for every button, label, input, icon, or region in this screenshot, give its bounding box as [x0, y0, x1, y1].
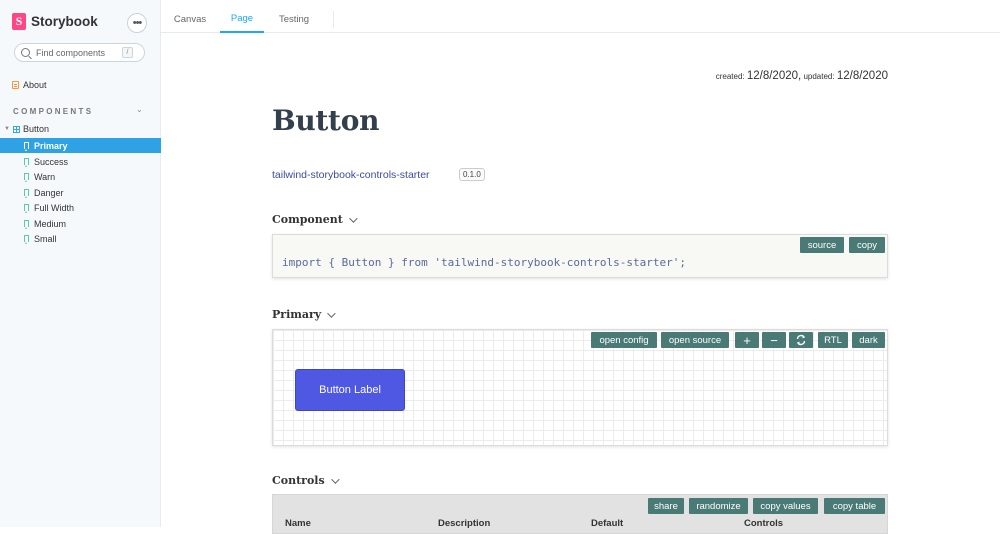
zoom-out-icon[interactable]: −	[762, 332, 786, 348]
updated-date: 12/8/2020	[836, 70, 888, 82]
search-icon	[21, 48, 30, 57]
components-section-heading: COMPONENTS	[13, 107, 94, 116]
sidebar-story-danger[interactable]: Danger	[0, 185, 161, 200]
column-header-description: Description	[438, 518, 491, 529]
story-bookmark-icon	[24, 204, 29, 213]
code-keyword: import	[282, 256, 322, 269]
component-grid-icon	[12, 125, 20, 133]
component-section-heading[interactable]: Component	[272, 213, 358, 226]
tab-page[interactable]: Page	[220, 5, 264, 33]
share-button[interactable]: share	[648, 498, 684, 514]
section-heading-label: Component	[272, 213, 343, 226]
column-header-controls: Controls	[744, 518, 784, 529]
sidebar-item-about[interactable]: About	[12, 80, 47, 90]
controls-section-heading[interactable]: Controls	[272, 474, 340, 487]
tab-testing[interactable]: Testing	[269, 5, 319, 33]
collapse-all-icon[interactable]: ⌄	[136, 105, 143, 114]
sidebar-item-label: About	[23, 80, 47, 90]
search-box[interactable]: /	[14, 43, 145, 62]
sidebar-story-warn[interactable]: Warn	[0, 169, 161, 184]
brand-name: Storybook	[31, 14, 98, 29]
story-bookmark-icon	[24, 173, 29, 182]
storybook-logo-icon: S	[12, 13, 26, 30]
code-string: 'tailwind-storybook-controls-starter'	[427, 256, 680, 269]
rtl-button[interactable]: RTL	[818, 332, 848, 348]
column-header-name[interactable]: Name	[285, 518, 311, 529]
package-link[interactable]: tailwind-storybook-controls-starter	[272, 169, 430, 181]
story-bookmark-icon	[24, 158, 29, 167]
copy-table-button[interactable]: copy table	[824, 498, 885, 514]
story-bookmark-icon	[24, 235, 29, 244]
tab-divider	[333, 11, 334, 28]
sidebar-story-small[interactable]: Small	[0, 231, 161, 246]
sidebar-story-label: Warn	[34, 171, 56, 182]
import-code-line: import { Button } from 'tailwind-storybo…	[282, 256, 686, 269]
dark-button[interactable]: dark	[852, 332, 885, 348]
chevron-down-icon	[330, 474, 340, 484]
refresh-icon	[796, 334, 806, 346]
chevron-down-icon	[327, 308, 336, 318]
copy-values-button[interactable]: copy values	[753, 498, 818, 514]
open-source-button[interactable]: open source	[661, 332, 729, 348]
created-label: created:	[715, 72, 745, 81]
sidebar-story-medium[interactable]: Medium	[0, 216, 161, 231]
column-header-default: Default	[591, 518, 624, 529]
code-specifier: { Button }	[321, 256, 402, 269]
story-bookmark-icon	[24, 142, 29, 151]
ellipsis-icon[interactable]: •••	[127, 13, 147, 33]
sidebar-story-success[interactable]: Success	[0, 154, 161, 169]
zoom-reset-icon[interactable]	[789, 332, 813, 348]
zoom-in-icon[interactable]: +	[735, 332, 759, 348]
search-shortcut-key: /	[122, 47, 133, 58]
open-config-button[interactable]: open config	[591, 332, 657, 348]
sidebar-story-label: Primary	[34, 140, 68, 151]
caret-down-icon: ▼	[4, 126, 10, 132]
story-bookmark-icon	[24, 189, 29, 198]
source-button[interactable]: source	[800, 237, 844, 253]
brand[interactable]: S Storybook	[12, 13, 98, 30]
updated-label: updated:	[803, 72, 835, 81]
sidebar-story-label: Medium	[34, 218, 67, 229]
sidebar: S Storybook ••• / About COMPONENTS ⌄ ▼ B…	[0, 0, 161, 527]
search-input[interactable]	[36, 47, 122, 58]
page-title: Button	[272, 104, 380, 137]
version-badge: 0.1.0	[459, 168, 485, 181]
chevron-down-icon	[349, 213, 358, 223]
randomize-button[interactable]: randomize	[689, 498, 748, 514]
sidebar-story-full-width[interactable]: Full Width	[0, 200, 161, 215]
code-semicolon: ;	[679, 256, 687, 269]
sidebar-story-label: Full Width	[34, 202, 75, 213]
tab-canvas[interactable]: Canvas	[165, 5, 215, 33]
created-date: 12/8/2020	[746, 70, 799, 82]
section-heading-label: Primary	[272, 308, 322, 321]
copy-button[interactable]: copy	[849, 237, 885, 253]
section-heading-label: Controls	[272, 474, 325, 487]
code-keyword: from	[401, 256, 428, 269]
story-bookmark-icon	[24, 220, 29, 229]
page-meta: created: 12/8/2020, updated: 12/8/2020	[716, 70, 888, 82]
primary-section-heading[interactable]: Primary	[272, 308, 336, 321]
meta-separator: ,	[798, 70, 802, 82]
sidebar-story-label: Small	[34, 233, 57, 244]
sidebar-item-label: Button	[22, 124, 49, 134]
import-code-block: import { Button } from 'tailwind-storybo…	[272, 234, 888, 278]
document-icon	[12, 81, 19, 89]
sidebar-story-label: Danger	[34, 187, 64, 198]
sidebar-item-button-component[interactable]: ▼ Button	[4, 124, 49, 134]
addon-tabs: Canvas Page Testing	[161, 5, 1000, 33]
sidebar-story-primary[interactable]: Primary	[0, 138, 161, 153]
demo-primary-button[interactable]: Button Label	[295, 369, 405, 411]
sidebar-story-label: Success	[34, 156, 69, 167]
